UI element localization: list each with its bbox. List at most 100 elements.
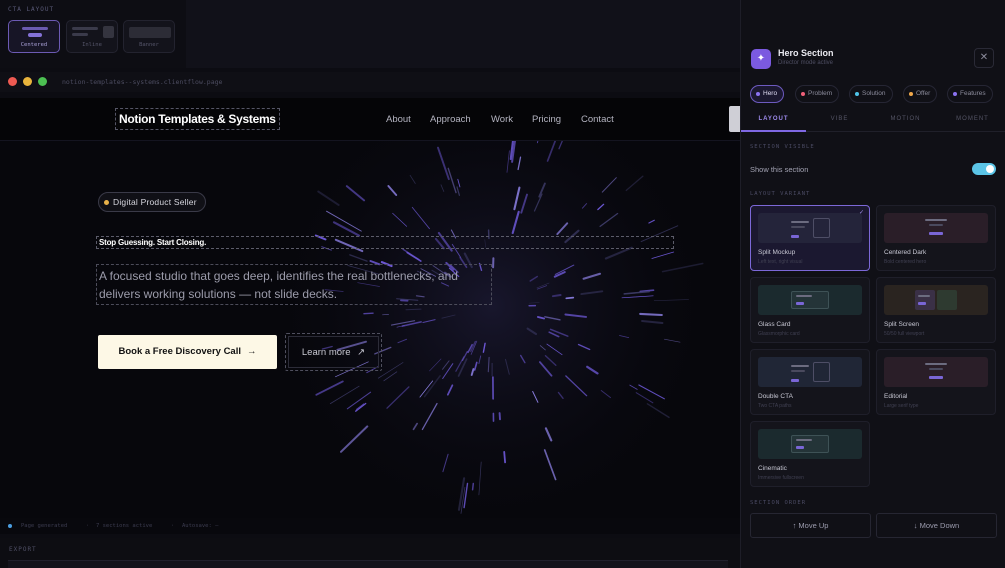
section-tab-label: Hero [763, 90, 778, 97]
cta-option-label: Centered [20, 42, 48, 48]
section-tab-problem[interactable]: Problem [795, 85, 840, 103]
nav-link-about[interactable]: About [386, 114, 411, 125]
hero-headline[interactable]: Stop Guessing. Start Closing. [96, 236, 674, 249]
dot-icon [953, 92, 957, 96]
close-icon[interactable]: ✕ [974, 48, 994, 68]
cta-thumb-line [72, 27, 98, 30]
cta-thumb-line [22, 27, 48, 30]
starburst-streak [471, 482, 475, 491]
starburst-streak [503, 450, 507, 464]
starburst-streak [551, 294, 562, 298]
section-tab-offer[interactable]: Offer [903, 85, 938, 103]
variant-thumbnail [884, 285, 988, 315]
cta-layout-title: CTA LAYOUT [8, 6, 55, 13]
book-discovery-call-button[interactable]: Book a Free Discovery Call → [98, 335, 277, 369]
arrow-right-icon: → [247, 346, 257, 357]
variant-name: Glass Card [758, 321, 791, 328]
nav-link-pricing[interactable]: Pricing [532, 114, 561, 125]
maximize-window-icon[interactable] [38, 77, 47, 86]
cta-strip-shade [186, 0, 740, 68]
starburst-streak [363, 312, 374, 315]
variant-thumbnail [758, 285, 862, 315]
thumb-line [925, 219, 947, 221]
variant-desc: Left text, right visual [758, 259, 803, 265]
thumb-button [918, 302, 926, 305]
hero-badge: Digital Product Seller [98, 192, 206, 212]
cta-option-centered[interactable]: Centered [8, 20, 60, 53]
panel-title: Hero Section [778, 48, 834, 58]
learn-more-button[interactable]: Learn more ↗ [288, 336, 379, 368]
minimize-window-icon[interactable] [23, 77, 32, 86]
move-down-button[interactable]: ↓ Move Down [876, 513, 997, 538]
starburst-streak [639, 312, 663, 317]
nav-cta-handle[interactable] [729, 106, 740, 132]
thumb-card [791, 291, 829, 309]
section-tab-label: Features [960, 90, 986, 97]
tab-moment[interactable]: MOMENT [940, 116, 1005, 122]
learn-more-button-frame: Learn more ↗ [285, 333, 382, 371]
panel-subtitle: Director mode active [778, 60, 834, 66]
primary-cta-label: Book a Free Discovery Call [118, 346, 242, 357]
browser-chrome: notion-templates--systems.clientflow.pag… [0, 72, 740, 92]
variant-editorial[interactable]: Editorial Large serif type [876, 349, 996, 415]
hero-subhead[interactable]: A focused studio that goes deep, identif… [96, 264, 492, 305]
thumb-pane [915, 290, 935, 310]
variant-thumbnail [758, 357, 862, 387]
variant-glass-card[interactable]: Glass Card Glassmorphic card [750, 277, 870, 343]
layout-variant-heading: LAYOUT VARIANT [750, 191, 811, 197]
variant-split-mockup[interactable]: Split Mockup Left text, right visual ✓ [750, 205, 870, 271]
show-section-toggle[interactable] [972, 163, 996, 175]
section-tab-label: Offer [916, 90, 931, 97]
variant-centered-dark[interactable]: Centered Dark Bold centered hero [876, 205, 996, 271]
nav-link-approach[interactable]: Approach [430, 114, 471, 125]
brand-logo[interactable]: Notion Templates & Systems [115, 108, 280, 130]
variant-thumbnail [884, 357, 988, 387]
section-tab-features[interactable]: Features [947, 85, 993, 103]
badge-dot-icon [104, 200, 109, 205]
tab-motion[interactable]: MOTION [873, 116, 938, 122]
section-tab-label: Solution [862, 90, 886, 97]
dot-icon [801, 92, 805, 96]
status-autosave: Autosave: — [182, 523, 219, 529]
variant-name: Editorial [884, 393, 908, 400]
status-sections-active: 7 sections active [96, 523, 153, 529]
address-bar[interactable]: notion-templates--systems.clientflow.pag… [62, 78, 222, 86]
export-field[interactable] [8, 560, 728, 568]
nav-link-contact[interactable]: Contact [581, 114, 614, 125]
thumb-line [791, 226, 805, 228]
cta-option-inline[interactable]: Inline [66, 20, 118, 53]
variant-thumbnail [884, 213, 988, 243]
cta-option-banner[interactable]: Banner [123, 20, 175, 53]
variant-double-cta[interactable]: Double CTA Two CTA paths [750, 349, 870, 415]
hero-section: Digital Product Seller Stop Guessing. St… [0, 141, 740, 518]
secondary-cta-label: Learn more [301, 347, 351, 358]
section-tab-hero[interactable]: Hero [750, 85, 785, 103]
status-dot-icon [8, 524, 12, 528]
site-nav: Notion Templates & Systems About Approac… [0, 98, 740, 141]
variant-name: Centered Dark [884, 249, 927, 256]
variant-desc: 50/50 full viewport [884, 331, 925, 337]
show-section-label: Show this section [750, 165, 809, 174]
variant-cinematic[interactable]: Cinematic Immersive fullscreen [750, 421, 870, 487]
thumb-line [796, 439, 812, 441]
cta-thumb-line [72, 33, 88, 36]
tab-layout[interactable]: LAYOUT [741, 116, 806, 122]
thumb-button [791, 379, 799, 382]
cta-thumb-button [103, 26, 114, 38]
thumb-line [929, 224, 943, 226]
status-bar: Page generated · 7 sections active · Aut… [0, 518, 740, 534]
dot-icon [855, 92, 859, 96]
variant-name: Split Mockup [758, 249, 796, 256]
section-tab-solution[interactable]: Solution [849, 85, 893, 103]
dot-icon [909, 92, 913, 96]
tab-vibe[interactable]: VIBE [807, 116, 872, 122]
close-window-icon[interactable] [8, 77, 17, 86]
export-label: EXPORT [9, 546, 37, 553]
thumb-line [791, 370, 805, 372]
variant-split-screen[interactable]: Split Screen 50/50 full viewport [876, 277, 996, 343]
status-page-generated: Page generated [21, 523, 68, 529]
move-up-button[interactable]: ↑ Move Up [750, 513, 871, 538]
thumb-button [929, 232, 943, 235]
thumb-button [929, 376, 943, 379]
nav-link-work[interactable]: Work [491, 114, 513, 125]
